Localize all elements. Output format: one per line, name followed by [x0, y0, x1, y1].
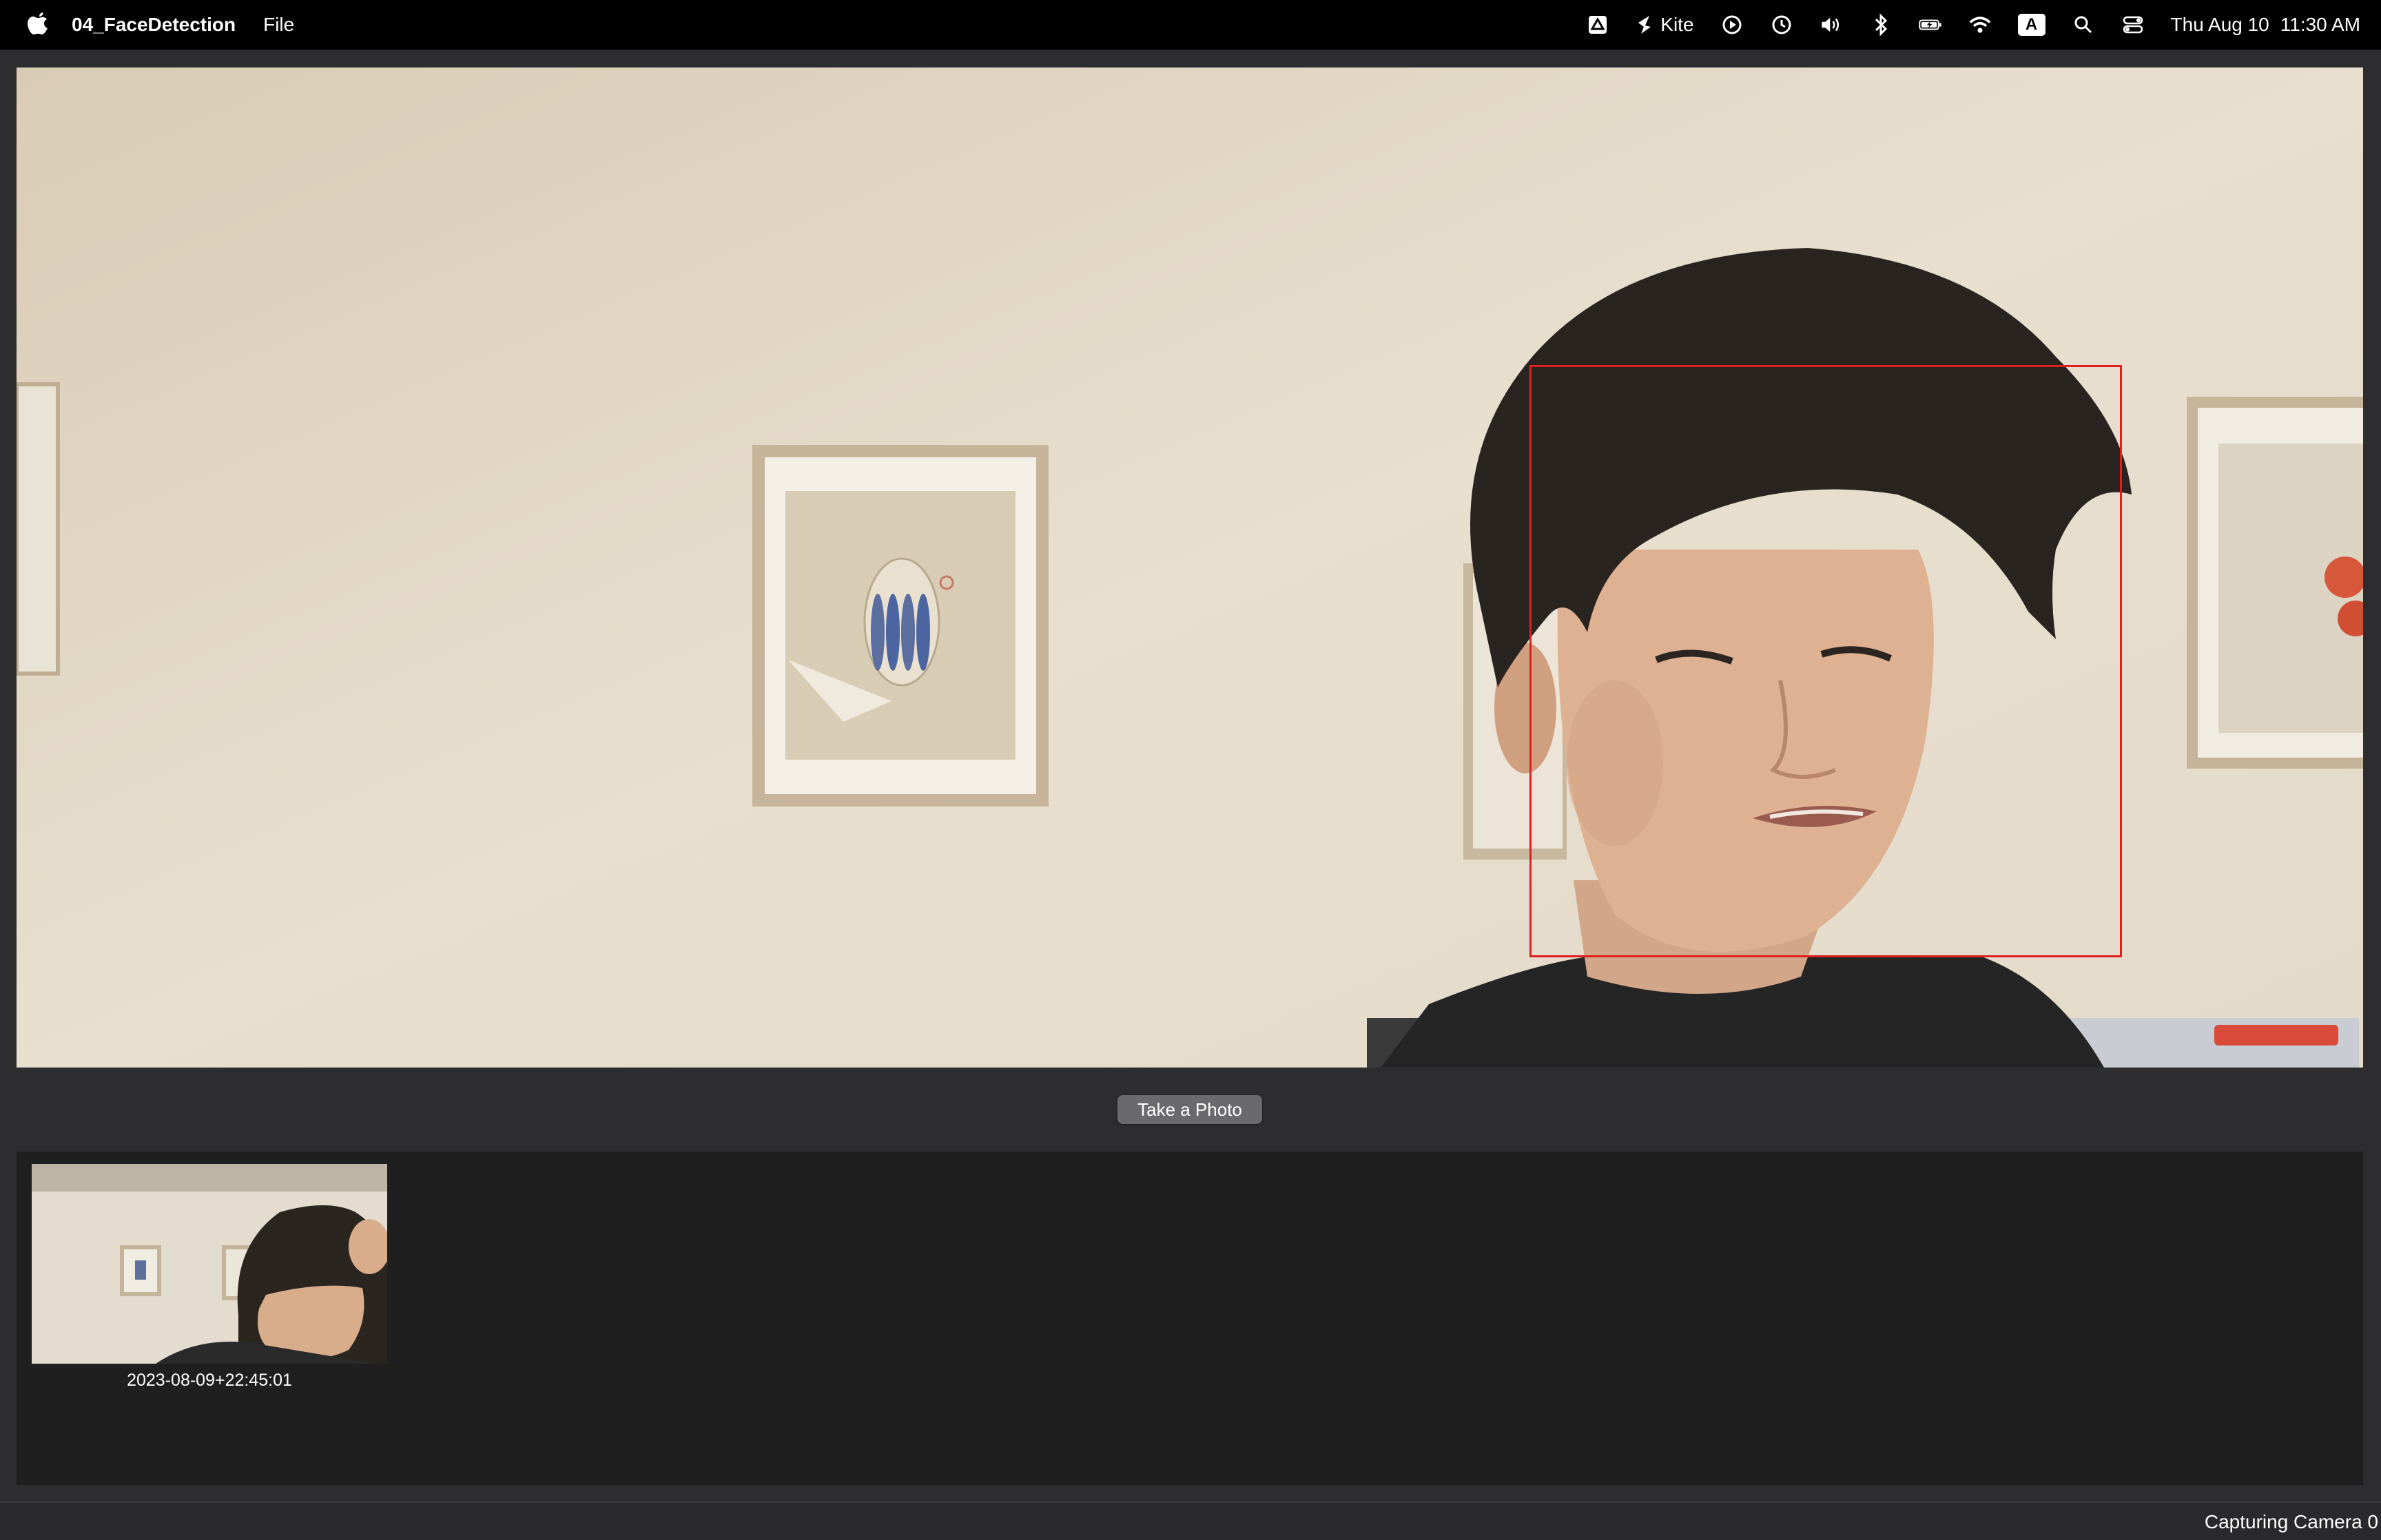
- photo-thumbnail-label: 2023-08-09+22:45:01: [127, 1371, 292, 1390]
- menu-bar: 04_FaceDetection File Kite A Thu Aug 10 …: [0, 0, 2381, 50]
- clock-date: Thu Aug 10: [2170, 14, 2269, 35]
- menu-file[interactable]: File: [263, 14, 294, 36]
- thumbnail-image: [32, 1164, 387, 1364]
- photo-thumbnail[interactable]: [32, 1164, 387, 1364]
- status-text: Capturing Camera 0: [2204, 1511, 2378, 1532]
- menu-bar-left: 04_FaceDetection File: [0, 0, 294, 50]
- time-machine-icon[interactable]: [1770, 13, 1793, 37]
- play-circle-icon[interactable]: [1720, 13, 1744, 37]
- camera-preview: [17, 67, 2363, 1068]
- spotlight-search-icon[interactable]: [2072, 13, 2095, 37]
- status-bar: Capturing Camera 0: [0, 1501, 2381, 1540]
- kite-label: Kite: [1660, 14, 1694, 35]
- menu-bar-clock[interactable]: Thu Aug 10 11:30 AM: [2171, 14, 2360, 36]
- clock-time: 11:30 AM: [2280, 14, 2360, 35]
- face-detection-box: [1529, 365, 2122, 957]
- control-center-icon[interactable]: [2121, 13, 2145, 37]
- input-source-icon[interactable]: A: [2017, 14, 2045, 36]
- kite-status-item[interactable]: Kite: [1636, 14, 1694, 36]
- bluetooth-icon[interactable]: [1869, 13, 1893, 37]
- wifi-icon[interactable]: [1968, 13, 1992, 37]
- volume-icon[interactable]: [1820, 13, 1843, 37]
- take-photo-button[interactable]: Take a Photo: [1117, 1095, 1262, 1124]
- drive-icon[interactable]: [1586, 13, 1609, 37]
- apple-menu-icon[interactable]: [0, 10, 72, 41]
- menu-bar-status-area: Kite A Thu Aug 10 11:30 AM: [1586, 0, 2360, 50]
- battery-icon[interactable]: [1918, 13, 1942, 37]
- photo-gallery: 2023-08-09+22:45:01: [17, 1152, 2363, 1485]
- app-name-menu[interactable]: 04_FaceDetection: [72, 14, 236, 36]
- kite-icon: [1638, 16, 1651, 34]
